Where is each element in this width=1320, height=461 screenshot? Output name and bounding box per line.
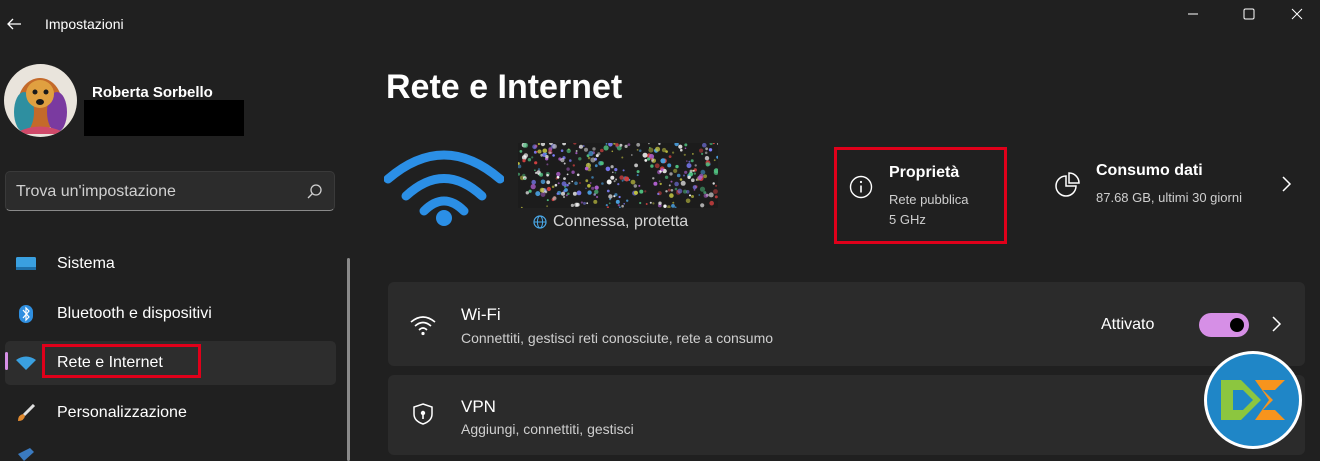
vpn-card-title: VPN	[461, 397, 496, 416]
watermark-logo	[1204, 351, 1302, 449]
monitor-icon	[16, 255, 36, 273]
network-name-redacted	[518, 143, 718, 208]
wifi-signal-icon	[384, 150, 504, 226]
toggle-knob	[1230, 318, 1244, 332]
network-band: 5 GHz	[889, 212, 926, 227]
data-usage-tile[interactable]: Consumo dati 87.68 GB, ultimi 30 giorni	[1048, 150, 1298, 220]
sidebar-item-label: Sistema	[57, 255, 115, 272]
minimize-icon	[1188, 13, 1198, 15]
properties-title: Proprietà	[889, 164, 960, 181]
data-usage-subtitle: 87.68 GB, ultimi 30 giorni	[1096, 190, 1242, 205]
chevron-right-icon	[1272, 316, 1282, 332]
network-type: Rete pubblica	[889, 192, 969, 207]
pie-chart-icon	[1055, 172, 1080, 197]
network-status: Connessa, protetta	[533, 213, 688, 231]
properties-tile[interactable]: Proprietà Rete pubblica 5 GHz	[834, 147, 1007, 244]
wifi-icon	[410, 316, 436, 336]
app-title: Impostazioni	[45, 16, 124, 32]
wifi-toggle[interactable]	[1199, 313, 1249, 337]
sidebar-item-bluetooth[interactable]: Bluetooth e dispositivi	[5, 292, 336, 336]
selected-indicator	[5, 352, 8, 370]
sidebar-item-label: Bluetooth e dispositivi	[57, 305, 212, 322]
arrow-left-icon	[7, 18, 21, 30]
chevron-right-icon	[1282, 176, 1292, 192]
wifi-card[interactable]: Wi-Fi Connettiti, gestisci reti conosciu…	[388, 282, 1305, 366]
sidebar-item-sistema[interactable]: Sistema	[5, 242, 336, 286]
highlight-box	[42, 344, 201, 378]
maximize-icon	[1243, 8, 1255, 20]
bluetooth-icon	[16, 305, 36, 323]
wifi-toggle-label: Attivato	[1101, 316, 1155, 333]
network-status-text: Connessa, protetta	[553, 213, 689, 230]
user-name: Roberta Sorbello	[92, 84, 213, 101]
close-icon	[1291, 8, 1303, 20]
apps-icon	[16, 448, 36, 461]
back-button[interactable]	[0, 8, 28, 40]
search-box[interactable]	[5, 171, 335, 211]
maximize-button[interactable]	[1226, 0, 1272, 28]
info-icon	[849, 175, 873, 199]
avatar[interactable]	[4, 64, 77, 137]
sidebar-item-personalizzazione[interactable]: Personalizzazione	[5, 391, 336, 435]
search-input[interactable]	[16, 181, 296, 203]
wifi-card-title: Wi-Fi	[461, 305, 501, 324]
sidebar-scrollbar[interactable]	[347, 258, 350, 461]
wifi-card-subtitle: Connettiti, gestisci reti conosciute, re…	[461, 330, 774, 346]
globe-icon	[533, 215, 547, 229]
minimize-button[interactable]	[1170, 0, 1216, 28]
vpn-card[interactable]: VPN Aggiungi, connettiti, gestisci	[388, 375, 1305, 455]
search-icon[interactable]	[306, 183, 324, 201]
paintbrush-icon	[16, 404, 36, 422]
sidebar-item-label: Personalizzazione	[57, 404, 187, 421]
user-email-redacted	[84, 100, 244, 136]
shield-icon	[413, 403, 433, 425]
close-button[interactable]	[1274, 0, 1320, 28]
data-usage-title: Consumo dati	[1096, 162, 1203, 179]
page-title: Rete e Internet	[386, 68, 623, 106]
wifi-icon	[16, 354, 36, 372]
vpn-card-subtitle: Aggiungi, connettiti, gestisci	[461, 421, 634, 437]
